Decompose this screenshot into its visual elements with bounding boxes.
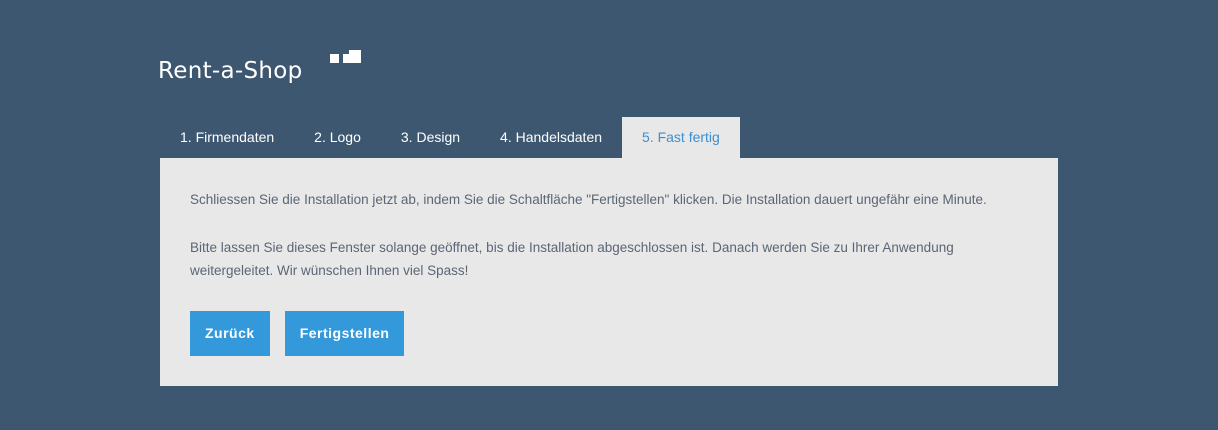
finish-button[interactable]: Fertigstellen <box>284 311 405 356</box>
logo-text: Rent-a-Shop <box>158 58 303 84</box>
tab-firmendaten[interactable]: 1. Firmendaten <box>160 117 294 158</box>
info-text: Bitte lassen Sie dieses Fenster solange … <box>190 240 954 278</box>
logo-squares-icon <box>330 50 362 64</box>
tab-handelsdaten[interactable]: 4. Handelsdaten <box>480 117 622 158</box>
brand-logo: Rent-a-Shop <box>158 50 368 90</box>
tab-logo[interactable]: 2. Logo <box>294 117 381 158</box>
tab-design[interactable]: 3. Design <box>381 117 480 158</box>
tab-fast-fertig[interactable]: 5. Fast fertig <box>622 117 740 158</box>
back-button[interactable]: Zurück <box>190 311 270 356</box>
instruction-text: Schliessen Sie die Installation jetzt ab… <box>190 192 987 207</box>
wizard-tabs: 1. Firmendaten 2. Logo 3. Design 4. Hand… <box>160 117 740 158</box>
content-panel: Schliessen Sie die Installation jetzt ab… <box>160 158 1058 386</box>
button-row: Zurück Fertigstellen <box>190 311 405 356</box>
